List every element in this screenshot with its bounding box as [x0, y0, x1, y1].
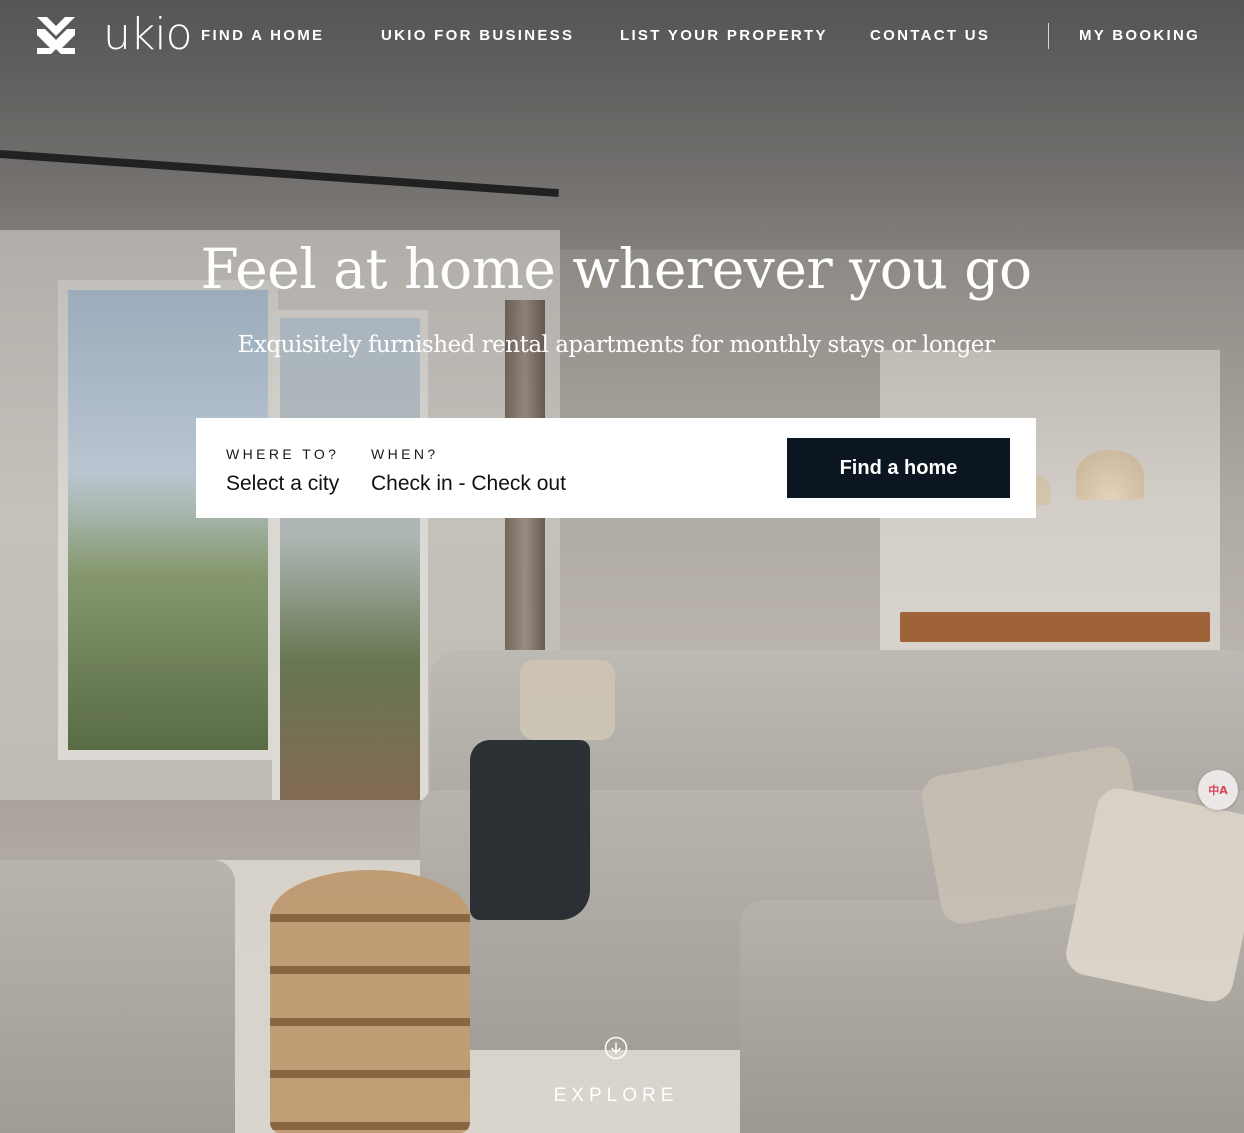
image-overlay [0, 0, 1244, 1133]
main-nav: FIND A HOME UKIO FOR BUSINESS LIST YOUR … [200, 23, 1244, 49]
translate-glyph: 中A [1208, 784, 1228, 797]
nav-my-booking[interactable]: MY BOOKING [1079, 27, 1200, 44]
where-label: WHERE TO? [226, 446, 340, 462]
site-header: ukio FIND A HOME UKIO FOR BUSINESS LIST … [0, 0, 1244, 74]
translate-icon[interactable]: 中A [1198, 770, 1238, 810]
search-bar: WHERE TO? Select a city WHEN? Check in -… [196, 418, 1036, 518]
ukio-logo-mark-icon [37, 17, 75, 54]
city-select[interactable]: Select a city [226, 472, 339, 496]
nav-find-a-home[interactable]: FIND A HOME [201, 27, 324, 44]
nav-divider [1048, 23, 1049, 49]
nav-contact-us[interactable]: CONTACT US [870, 27, 990, 44]
date-range-picker[interactable]: Check in - Check out [371, 472, 566, 496]
arrow-down-circle-icon[interactable] [604, 1036, 628, 1060]
find-a-home-button[interactable]: Find a home [787, 438, 1010, 498]
explore-link[interactable]: EXPLORE [0, 1085, 1232, 1107]
where-field[interactable]: WHERE TO? Select a city [226, 446, 339, 496]
nav-ukio-for-business[interactable]: UKIO FOR BUSINESS [381, 27, 574, 44]
nav-list-your-property[interactable]: LIST YOUR PROPERTY [620, 27, 828, 44]
brand-name: ukio [103, 9, 193, 60]
hero-subtitle: Exquisitely furnished rental apartments … [237, 332, 995, 358]
when-label: WHEN? [371, 446, 439, 462]
hero-title: Feel at home wherever you go [200, 237, 1032, 301]
when-field[interactable]: WHEN? Check in - Check out [371, 446, 566, 496]
hero-background-image [0, 0, 1244, 1133]
logo-link[interactable]: ukio [35, 9, 193, 60]
